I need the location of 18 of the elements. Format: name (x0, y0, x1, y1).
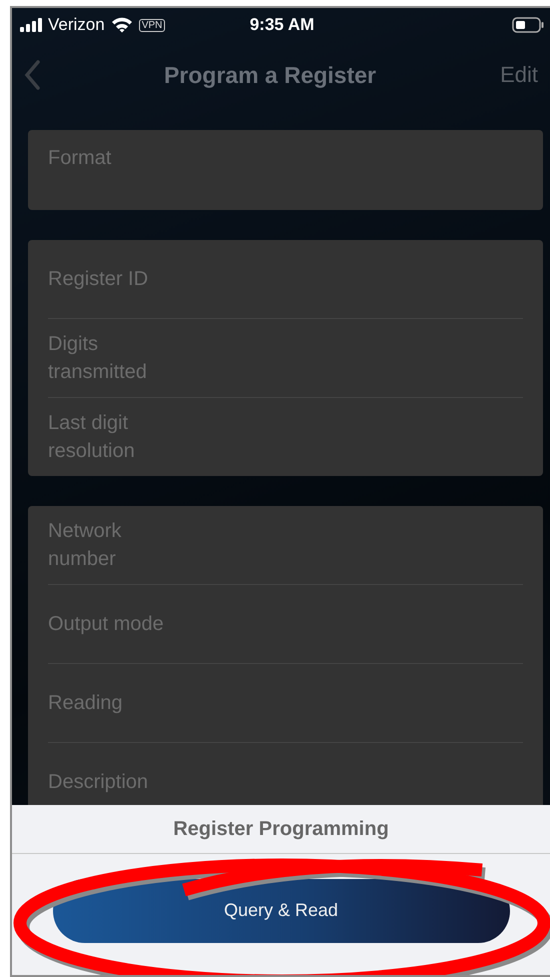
back-icon[interactable] (24, 60, 40, 90)
field-label[interactable]: Network number (48, 517, 188, 573)
field-label[interactable]: Description (48, 768, 148, 796)
sheet-title: Register Programming (12, 805, 550, 854)
battery-icon (512, 17, 544, 33)
screen-title: Program a Register (164, 62, 376, 88)
wifi-icon (110, 17, 133, 33)
edit-button[interactable]: Edit (500, 62, 538, 88)
field-label[interactable]: Format (48, 144, 112, 172)
field-label[interactable]: Output mode (48, 610, 164, 638)
field-label[interactable]: Register ID (48, 265, 148, 293)
field-label[interactable]: Digits transmitted (48, 330, 188, 386)
vpn-badge: VPN (138, 18, 166, 32)
carrier-name: Verizon (48, 15, 105, 35)
field-label[interactable]: Last digit resolution (48, 409, 188, 465)
clock-time: 9:35 AM (250, 15, 314, 35)
field-label[interactable]: Reading (48, 689, 123, 717)
signal-icon (20, 17, 42, 33)
